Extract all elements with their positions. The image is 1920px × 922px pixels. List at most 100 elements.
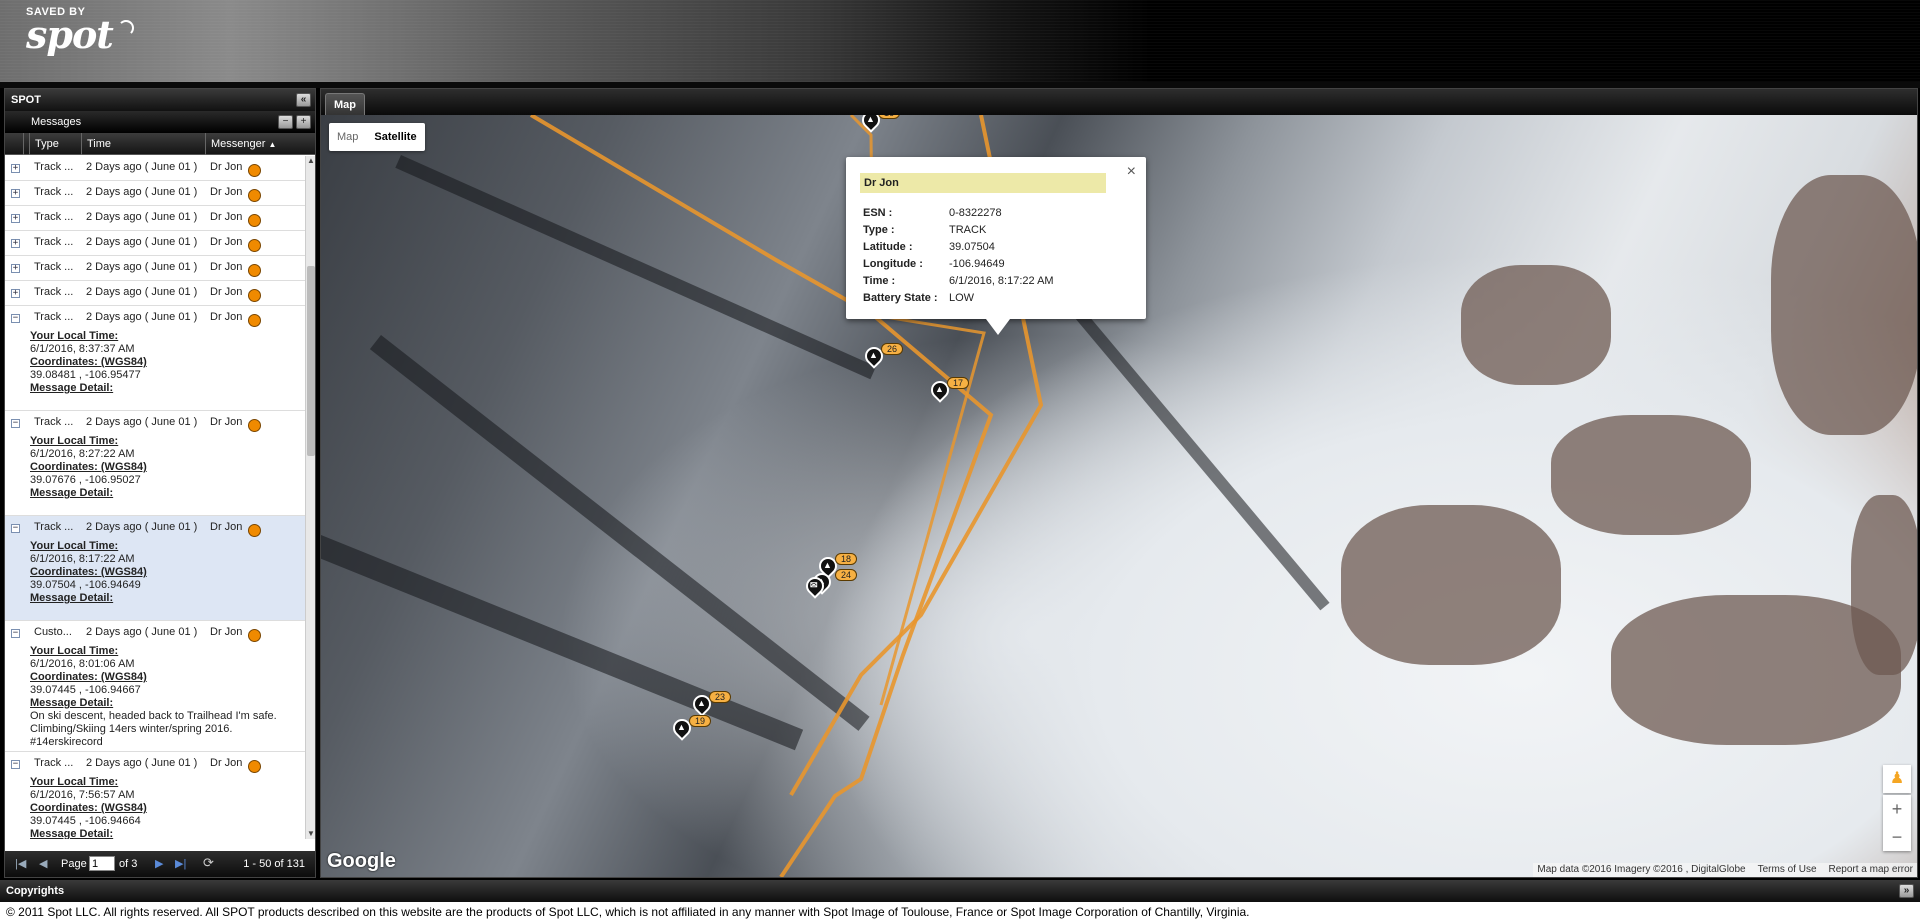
terms-of-use-link[interactable]: Terms of Use <box>1758 863 1817 877</box>
expand-icon[interactable]: + <box>11 289 20 298</box>
prev-page-icon[interactable]: ◀ <box>39 857 47 870</box>
list-item[interactable]: − Custo... 2 Days ago ( June 01 ) Dr Jon Yo… <box>5 621 305 752</box>
message-time: 2 Days ago ( June 01 ) <box>86 286 198 298</box>
list-item-selected[interactable]: − Track ... 2 Days ago ( June 01 ) Dr Jon Y… <box>5 516 305 621</box>
marker-pin-glyph: ▲ <box>935 384 944 394</box>
custom-message-marker[interactable]: ✉ <box>802 573 828 599</box>
message-messenger: Dr Jon <box>210 626 243 638</box>
close-icon[interactable]: × <box>1127 163 1136 181</box>
collapse-icon[interactable]: − <box>11 524 20 533</box>
message-messenger: Dr Jon <box>210 521 243 533</box>
message-messenger: Dr Jon <box>210 261 243 273</box>
list-item[interactable]: + Track ... 2 Days ago ( June 01 ) Dr Jon <box>5 181 305 206</box>
zoom-out-button[interactable]: − <box>1883 823 1911 851</box>
zoom-in-button[interactable]: + <box>1883 795 1911 823</box>
tab-map[interactable]: Map <box>325 93 365 115</box>
last-page-icon[interactable]: ▶| <box>175 857 186 870</box>
info-key: Type : <box>863 224 895 236</box>
list-item[interactable]: + Track ... 2 Days ago ( June 01 ) Dr Jon <box>5 206 305 231</box>
column-type[interactable]: Type <box>29 133 81 155</box>
list-item[interactable]: − Track ... 2 Days ago ( June 01 ) Dr Jon Y… <box>5 411 305 516</box>
list-item[interactable]: + Track ... 2 Days ago ( June 01 ) Dr Jon <box>5 156 305 181</box>
list-item[interactable]: + Track ... 2 Days ago ( June 01 ) Dr Jon <box>5 231 305 256</box>
column-time[interactable]: Time <box>81 133 205 155</box>
collapse-footer-icon[interactable]: » <box>1899 884 1914 898</box>
message-type: Track ... <box>34 521 74 533</box>
messenger-status-icon <box>248 214 261 227</box>
message-detail-label: Message Detail: <box>30 828 114 839</box>
scroll-down-icon[interactable]: ▼ <box>306 829 316 839</box>
info-row-battery: Battery State : LOW <box>863 292 974 304</box>
scroll-up-icon[interactable]: ▲ <box>306 156 316 166</box>
first-page-icon[interactable]: |◀ <box>15 857 26 870</box>
expand-icon[interactable]: + <box>11 164 20 173</box>
collapse-icon[interactable]: − <box>11 314 20 323</box>
list-item[interactable]: − Track ... 2 Days ago ( June 01 ) Dr Jon Y… <box>5 752 305 839</box>
coordinates-label: Coordinates: (WGS84) <box>30 671 147 683</box>
messenger-status-icon <box>248 314 261 327</box>
collapse-icon[interactable]: − <box>11 760 20 769</box>
message-detail-label: Message Detail: <box>30 487 114 499</box>
coordinates-label: Coordinates: (WGS84) <box>30 566 147 578</box>
expand-icon[interactable]: + <box>11 189 20 198</box>
list-item[interactable]: − Track ... 2 Days ago ( June 01 ) Dr Jon Y… <box>5 306 305 411</box>
info-key: Longitude : <box>863 258 923 270</box>
track-marker-26[interactable]: ▲ 26 <box>861 343 904 369</box>
marker-pin-glyph: ▲ <box>866 115 875 124</box>
message-messenger: Dr Jon <box>210 186 243 198</box>
expand-icon[interactable]: + <box>11 214 20 223</box>
local-time-label: Your Local Time: <box>30 330 119 342</box>
message-detail-value <box>30 395 305 408</box>
app-root: SAVED BY spot SPOT « Messages − + Type T… <box>0 0 1920 922</box>
map-panel: Map ▲16 ▲26 ▲17 ▲18 ▲24 ✉ <box>320 88 1918 878</box>
message-time: 2 Days ago ( June 01 ) <box>86 236 198 248</box>
messenger-status-icon <box>248 289 261 302</box>
map-type-map-button[interactable]: Map <box>329 123 366 151</box>
info-key: Time : <box>863 275 896 287</box>
list-scrollbar[interactable]: ▲ ▼ <box>305 156 315 839</box>
track-marker-16[interactable]: ▲16 <box>858 115 901 133</box>
track-marker-17[interactable]: ▲ 17 <box>927 377 970 403</box>
list-item[interactable]: + Track ... 2 Days ago ( June 01 ) Dr Jon <box>5 256 305 281</box>
local-time-value: 6/1/2016, 8:37:37 AM <box>30 343 135 355</box>
messages-title: Messages <box>31 116 82 128</box>
track-marker-23[interactable]: ▲ 23 <box>689 691 732 717</box>
message-type: Track ... <box>34 236 74 248</box>
sort-asc-icon: ▲ <box>268 140 277 149</box>
expand-icon[interactable]: + <box>11 264 20 273</box>
local-time-label: Your Local Time: <box>30 435 119 447</box>
minimize-icon[interactable]: − <box>278 115 293 129</box>
scroll-thumb[interactable] <box>307 266 315 456</box>
pager-summary: 1 - 50 of 131 <box>243 858 305 870</box>
refresh-icon[interactable]: ⟳ <box>203 855 214 871</box>
list-item[interactable]: + Track ... 2 Days ago ( June 01 ) Dr Jon <box>5 281 305 306</box>
message-detail-value <box>30 500 305 513</box>
collapse-icon[interactable]: − <box>11 419 20 428</box>
report-map-error-link[interactable]: Report a map error <box>1829 863 1913 877</box>
page-number-input[interactable] <box>89 856 115 871</box>
collapse-panel-icon[interactable]: « <box>296 93 311 107</box>
message-type: Custo... <box>34 626 72 638</box>
marker-label: 19 <box>689 715 712 727</box>
maximize-icon[interactable]: + <box>296 115 311 129</box>
info-key: ESN : <box>863 207 893 219</box>
message-type: Track ... <box>34 757 74 769</box>
local-time-label: Your Local Time: <box>30 540 119 552</box>
message-detail-label: Message Detail: <box>30 697 114 709</box>
map-type-control: Map Satellite <box>329 123 425 151</box>
track-marker-19[interactable]: ▲ 19 <box>669 715 712 741</box>
next-page-icon[interactable]: ▶ <box>155 857 163 870</box>
expand-icon[interactable]: + <box>11 239 20 248</box>
map-type-satellite-button[interactable]: Satellite <box>366 123 424 151</box>
street-view-pegman-icon[interactable]: ♟ <box>1883 765 1911 793</box>
map-data-credit: Map data ©2016 Imagery ©2016 , DigitalGl… <box>1537 864 1746 875</box>
logo-spot: spot <box>26 12 114 57</box>
marker-pin-glyph: ▲ <box>697 698 706 708</box>
coordinates-label: Coordinates: (WGS84) <box>30 356 147 368</box>
satellite-map[interactable]: ▲16 ▲26 ▲17 ▲18 ▲24 ✉ ▲23 ▲19 Map Satell… <box>321 115 1917 877</box>
column-messenger[interactable]: Messenger ▲ <box>205 133 305 155</box>
info-value: 6/1/2016, 8:17:22 AM <box>949 275 1054 287</box>
collapse-icon[interactable]: − <box>11 629 20 638</box>
marker-label: 26 <box>881 343 904 355</box>
message-type: Track ... <box>34 211 74 223</box>
